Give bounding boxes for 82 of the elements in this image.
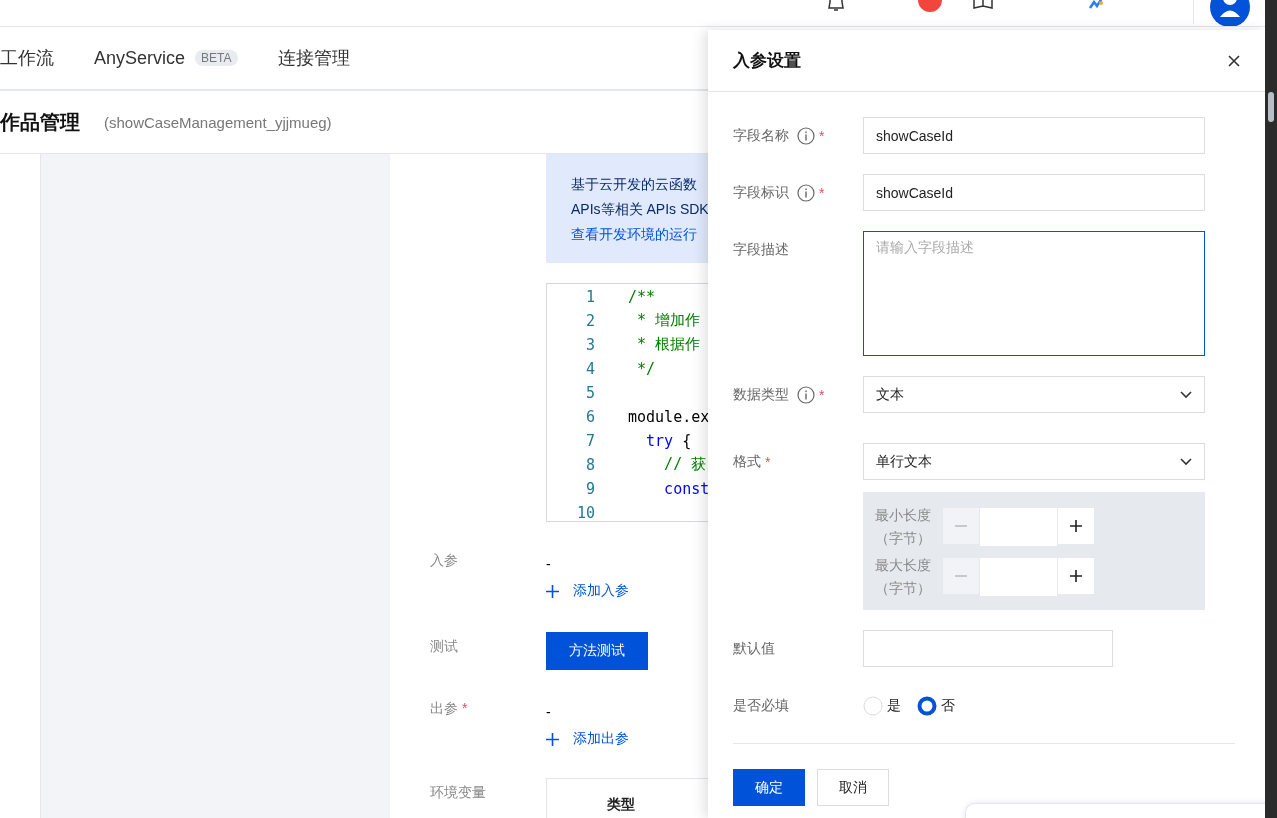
text-input[interactable] (863, 630, 1113, 667)
empty-value: - (546, 556, 552, 572)
plus-icon (546, 584, 559, 598)
field-label: 字段标识 (733, 183, 789, 202)
avatar-icon (1210, 0, 1250, 26)
notice-text: APIs等相关 APIs SDK (571, 200, 709, 219)
plus-icon (1070, 570, 1082, 582)
notification-badge (918, 0, 942, 12)
chevron-down-icon (1180, 390, 1192, 399)
code-line: try { (645, 431, 692, 450)
line-number: 4 (584, 359, 595, 378)
line-number: 8 (584, 455, 595, 474)
required-mark: * (462, 700, 468, 718)
select-field[interactable]: 文本 (863, 376, 1205, 413)
code-line: /** (628, 287, 656, 306)
number-input[interactable] (980, 558, 1057, 596)
confirm-button[interactable]: 确定 (733, 769, 805, 806)
line-number: 3 (584, 335, 595, 354)
form-label: 入参 (430, 552, 458, 570)
field-label: 字段名称 (733, 126, 789, 145)
limit-label: 最大长度（字节） (875, 556, 931, 598)
line-number: 1 (584, 287, 595, 306)
test-button[interactable]: 方法测试 (546, 632, 648, 670)
field-label: 字段描述 (733, 240, 789, 259)
minus-icon (955, 525, 967, 527)
code-line: * 增加作 (636, 311, 701, 331)
add-param-link[interactable]: 添加出参 (546, 730, 629, 748)
cancel-button[interactable]: 取消 (817, 769, 889, 806)
minus-icon (955, 575, 967, 577)
required-mark: * (819, 386, 825, 403)
text-input[interactable]: showCaseId (863, 117, 1205, 154)
notice-text: 基于云开发的云函数 (571, 175, 697, 194)
radio-option[interactable]: 是 (863, 695, 901, 716)
column-header: 类型 (607, 796, 635, 812)
form-label: 环境变量 (430, 784, 486, 802)
field-label: 是否必填 (733, 696, 789, 715)
decrement-button[interactable] (943, 508, 979, 544)
drawer-title: 入参设置 (733, 50, 801, 72)
add-param-link[interactable]: 添加入参 (546, 582, 629, 600)
close-button[interactable] (1228, 54, 1240, 67)
beta-badge: BETA (195, 50, 238, 66)
nav-tab[interactable]: 连接管理 (277, 46, 350, 70)
nav-tab[interactable]: 工作流 (0, 46, 54, 70)
decrement-button[interactable] (943, 558, 979, 594)
field-label: 默认值 (733, 639, 775, 658)
increment-button[interactable] (1058, 558, 1094, 594)
sparkle-icon (1088, 0, 1104, 10)
field-label: 格式 (733, 452, 761, 471)
required-mark: * (765, 453, 771, 470)
code-line: // 获 (663, 455, 707, 475)
radio-option[interactable]: 否 (917, 695, 955, 716)
text-input[interactable]: showCaseId (863, 174, 1205, 211)
notice-link[interactable]: 查看开发环境的运行 (571, 222, 697, 247)
number-input[interactable] (980, 508, 1057, 546)
select-field[interactable]: 单行文本 (863, 443, 1205, 480)
line-number: 6 (584, 407, 595, 426)
plus-icon (546, 732, 559, 746)
bell-icon (827, 0, 845, 14)
plus-icon (1070, 520, 1082, 532)
required-mark: * (819, 184, 825, 201)
line-number: 7 (584, 431, 595, 450)
form-label: 测试 (430, 638, 458, 656)
line-number: 10 (575, 503, 595, 521)
empty-value: - (546, 704, 552, 720)
close-icon (1228, 54, 1240, 67)
page-title: 作品管理 (0, 109, 80, 135)
line-number: 9 (584, 479, 595, 498)
code-line: * 根据作 (636, 335, 701, 355)
line-number: 5 (584, 383, 595, 402)
book-icon (973, 0, 993, 10)
code-line: module.ex (628, 407, 710, 426)
scrollbar-thumb[interactable] (1268, 92, 1274, 122)
limit-label: 最小长度（字节） (875, 506, 931, 548)
page-identifier: (showCaseManagement_yjjmueg) (104, 113, 332, 131)
chevron-down-icon (1180, 457, 1192, 466)
nav-tab[interactable]: AnyService BETA (94, 47, 238, 69)
form-label: 出参 (430, 700, 458, 718)
code-line: */ (636, 359, 656, 378)
code-line: const (663, 479, 710, 498)
line-number: 2 (584, 311, 595, 330)
required-mark: * (819, 127, 825, 144)
increment-button[interactable] (1058, 508, 1094, 544)
